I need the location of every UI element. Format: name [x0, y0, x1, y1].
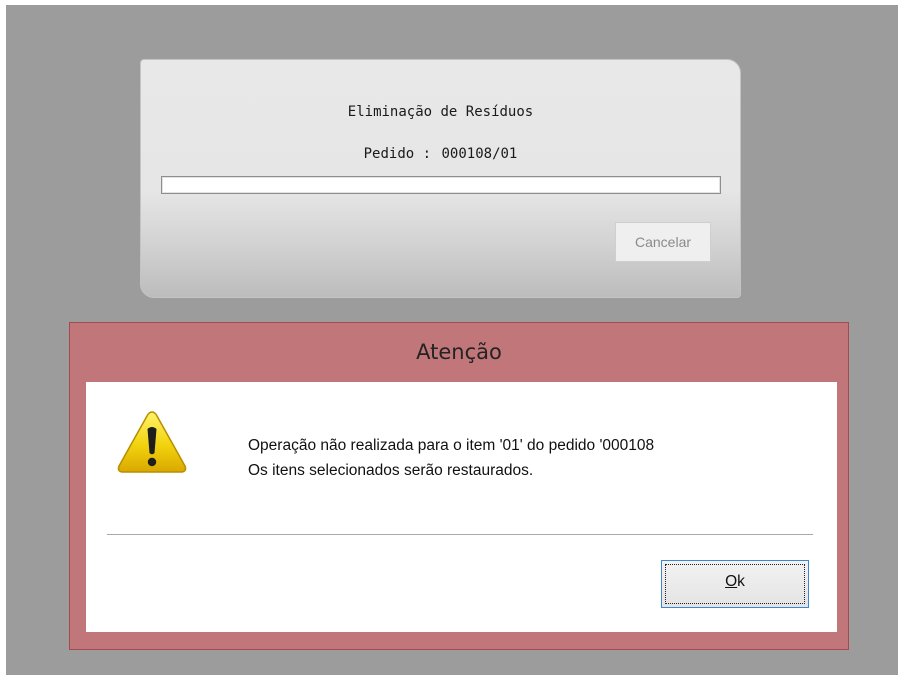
alert-body: Operação não realizada para o item '01' … — [86, 382, 837, 632]
alert-separator — [107, 534, 813, 535]
alert-message-line: Operação não realizada para o item '01' … — [248, 437, 655, 454]
alert-dialog: Atenção Operação não realizada para o it… — [69, 322, 849, 650]
alert-title: Atenção — [416, 340, 502, 364]
ok-button[interactable]: Ok — [661, 560, 809, 608]
alert-message: Operação não realizada para o item '01' … — [248, 433, 654, 483]
ok-button-label: Ok — [662, 573, 808, 591]
order-number: 000108/01 — [441, 146, 518, 162]
order-line: Pedido : 000108/01 — [141, 146, 740, 162]
progress-dialog: Eliminação de Resíduos Pedido : 000108/0… — [140, 59, 741, 298]
progress-dialog-title: Eliminação de Resíduos — [347, 104, 534, 120]
warning-icon — [117, 411, 187, 473]
order-label: Pedido : — [363, 146, 432, 162]
ok-label-rest: k — [737, 573, 745, 590]
progress-bar — [161, 176, 721, 194]
alert-message-line: Os itens selecionados serão restaurados. — [248, 462, 534, 479]
ok-mnemonic: O — [725, 573, 738, 590]
cancel-button[interactable]: Cancelar — [615, 222, 711, 262]
